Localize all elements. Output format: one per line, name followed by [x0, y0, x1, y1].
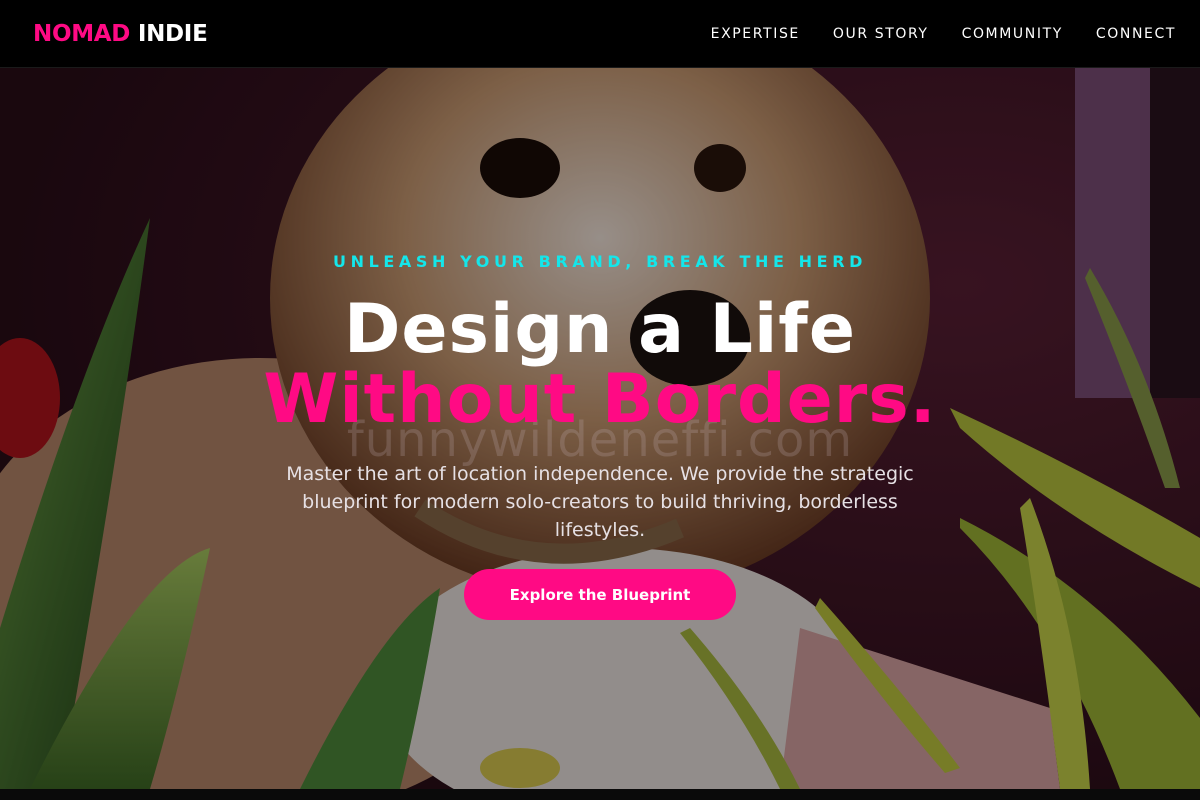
navbar: NOMAD INDIE EXPERTISE OUR STORY COMMUNIT… [0, 0, 1200, 68]
brand-logo-part1: NOMAD [33, 20, 131, 47]
hero-description: Master the art of location independence.… [286, 463, 914, 541]
nav-link-our-story[interactable]: OUR STORY [833, 26, 929, 42]
main-nav: EXPERTISE OUR STORY COMMUNITY CONNECT [711, 26, 1176, 42]
hero-section: UNLEASH YOUR BRAND, BREAK THE HERD Desig… [0, 68, 1200, 789]
hero-headline-line1: Design a Life [343, 290, 856, 369]
hero-content: UNLEASH YOUR BRAND, BREAK THE HERD Desig… [0, 68, 1200, 789]
hero-kicker: UNLEASH YOUR BRAND, BREAK THE HERD [332, 252, 868, 271]
hero-headline-line2: Without Borders. [263, 360, 937, 439]
brand-logo[interactable]: NOMAD INDIE [33, 20, 208, 47]
nav-link-expertise[interactable]: EXPERTISE [711, 26, 800, 42]
nav-link-connect[interactable]: CONNECT [1096, 26, 1176, 42]
explore-blueprint-button[interactable]: Explore the Blueprint [464, 569, 736, 620]
next-section-edge [0, 789, 1200, 800]
nav-link-community[interactable]: COMMUNITY [962, 26, 1063, 42]
brand-logo-part2: INDIE [137, 20, 208, 47]
